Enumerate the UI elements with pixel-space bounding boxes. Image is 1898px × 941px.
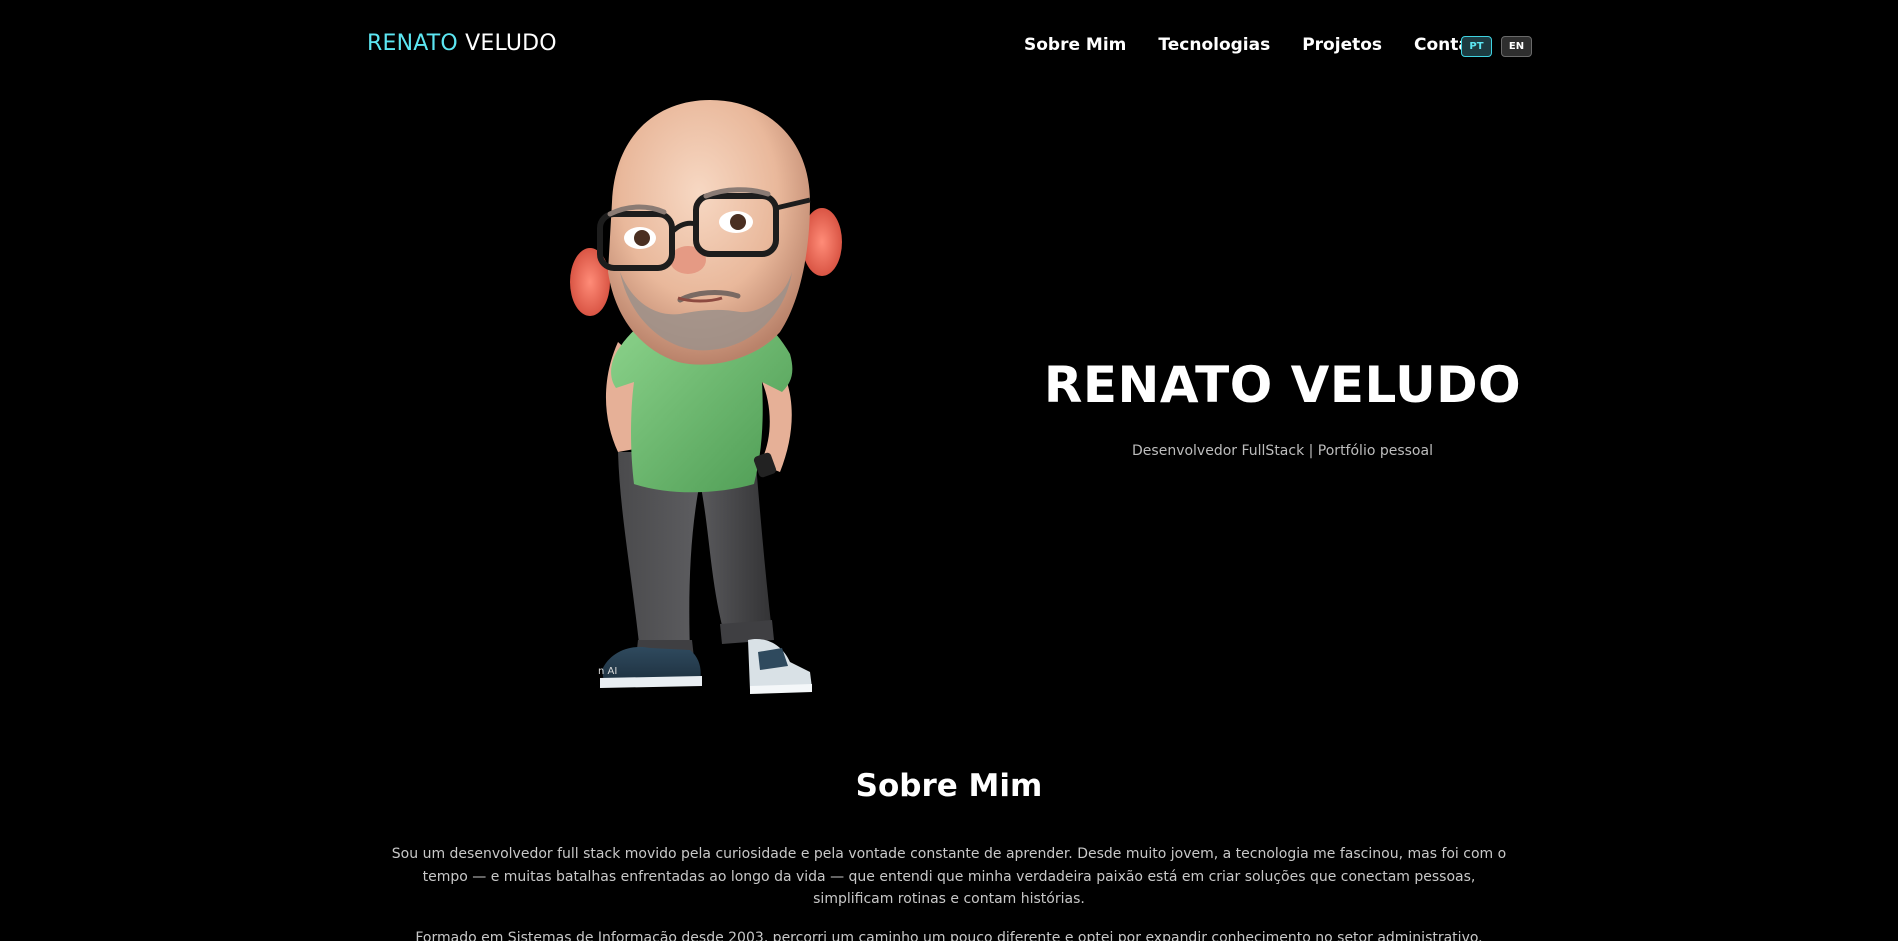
about-paragraph-2: Formado em Sistemas de Informação desde … (415, 930, 1483, 941)
about-section-title: Sobre Mim (855, 768, 1043, 804)
page: RENATO VELUDO Sobre Mim Tecnologias Proj… (0, 0, 1898, 941)
avatar-watermark: n AI (598, 666, 618, 677)
logo-last-name: VELUDO (465, 31, 557, 56)
nav-projetos[interactable]: Projetos (1302, 35, 1382, 55)
avatar-illustration: n AI (560, 92, 860, 702)
lang-en-button[interactable]: EN (1501, 36, 1532, 57)
language-switcher: PT EN (1461, 36, 1532, 57)
header: RENATO VELUDO Sobre Mim Tecnologias Proj… (0, 0, 1898, 90)
nav-sobre-mim[interactable]: Sobre Mim (1024, 35, 1126, 55)
about-paragraph-1: Sou um desenvolvedor full stack movido p… (391, 846, 1507, 907)
main-nav: Sobre Mim Tecnologias Projetos Contato (1024, 35, 1522, 55)
hero-subtitle: Desenvolvedor FullStack | Portfólio pess… (1132, 443, 1433, 459)
hero-title: RENATO VELUDO (1043, 356, 1522, 414)
nav-tecnologias[interactable]: Tecnologias (1158, 35, 1270, 55)
logo-first-name: RENATO (367, 31, 458, 56)
avatar-character-image (570, 100, 842, 694)
lang-pt-button[interactable]: PT (1461, 36, 1492, 57)
logo[interactable]: RENATO VELUDO (367, 31, 557, 56)
